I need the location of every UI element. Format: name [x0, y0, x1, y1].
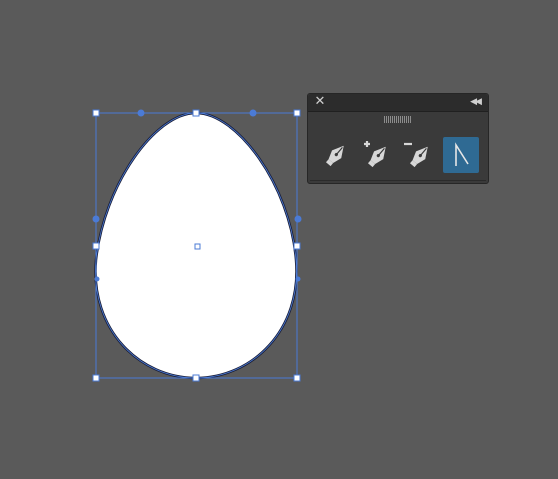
artboard[interactable]: [0, 0, 558, 479]
delete-anchor-point-tool-button[interactable]: [400, 137, 436, 173]
pen-tool-button[interactable]: [318, 137, 354, 173]
pen-tools-panel: ✕ ◀◀: [307, 93, 489, 184]
resize-handle-bottom-center: [192, 374, 200, 382]
resize-handle-bottom-left: [92, 374, 100, 382]
delete-anchor-point-icon: [404, 142, 428, 168]
handle-point: [249, 109, 257, 117]
handle-point: [294, 215, 302, 223]
anchor-point-tool-icon: [455, 142, 469, 166]
resize-handle-top-center: [192, 109, 200, 117]
add-anchor-point-icon: [364, 141, 386, 168]
handle-point: [92, 215, 100, 223]
resize-handle-top-right: [293, 109, 301, 117]
resize-handle-middle-left: [92, 242, 100, 250]
close-icon[interactable]: ✕: [313, 95, 327, 109]
resize-handle-top-left: [92, 109, 100, 117]
panel-titlebar[interactable]: ✕ ◀◀: [308, 94, 488, 112]
handle-point: [137, 109, 145, 117]
panel-grip[interactable]: [384, 116, 412, 123]
pen-tool-icon: [325, 145, 344, 167]
add-anchor-point-tool-button[interactable]: [358, 137, 394, 173]
resize-handle-bottom-right: [293, 374, 301, 382]
anchor-point-tool-button[interactable]: [443, 137, 479, 173]
collapse-icon[interactable]: ◀◀: [468, 95, 482, 109]
resize-handle-middle-right: [293, 242, 301, 250]
handle-point: [295, 276, 301, 282]
panel-divider: [310, 180, 486, 181]
center-point: [194, 243, 201, 250]
handle-point: [94, 276, 100, 282]
